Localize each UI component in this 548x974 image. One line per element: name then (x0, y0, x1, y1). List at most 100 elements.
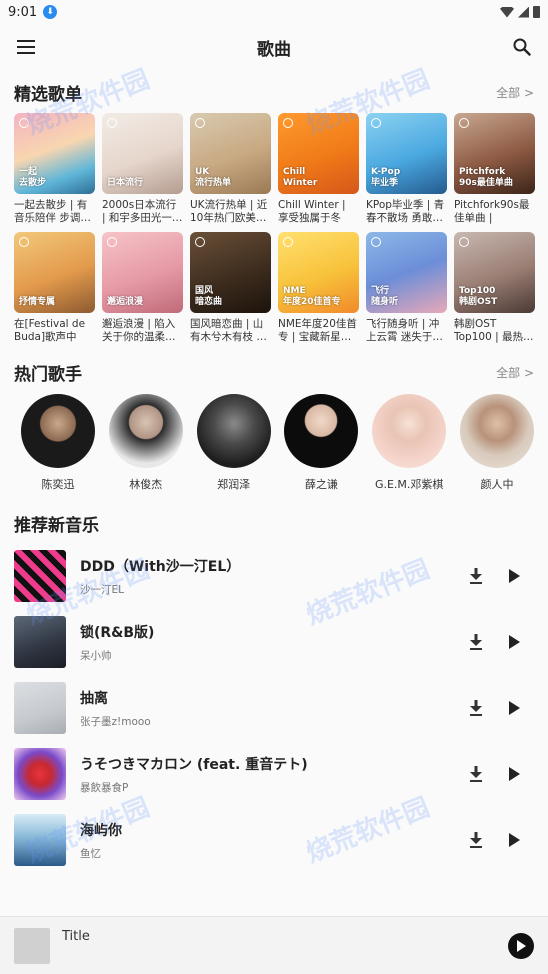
player-play-button[interactable] (508, 932, 534, 959)
song-row[interactable]: 海屿你 鱼忆 (14, 807, 534, 873)
menu-icon[interactable] (14, 35, 38, 59)
featured-title: 精选歌单 (14, 84, 82, 105)
artists-more-link[interactable]: 全部 > (496, 364, 534, 381)
playlist-title: 一起去散步 | 有音乐陪伴 步调… (14, 199, 91, 224)
artists-title: 热门歌手 (14, 364, 82, 385)
playlist-title: NME年度20佳首专 | 宝藏新星… (278, 318, 357, 343)
playlist-title: 国风暗恋曲 | 山有木兮木有枝 … (190, 318, 267, 343)
artist-name: 颜人中 (480, 478, 514, 491)
wifi-icon (500, 6, 514, 18)
play-icon[interactable] (504, 698, 524, 718)
page-title: 歌曲 (257, 39, 291, 60)
playlist-cover-tag: Top100 韩剧OST (459, 286, 498, 307)
artist-item[interactable]: 薛之谦 (284, 394, 359, 492)
song-cover (14, 814, 66, 866)
netease-logo-icon (107, 118, 117, 128)
featured-more-link[interactable]: 全部 > (496, 84, 534, 101)
playlist-title: 2000s日本流行 | 和宇多田光一… (102, 199, 183, 224)
song-row[interactable]: 抽离 张子墨z!mooo (14, 675, 534, 741)
playlist-card[interactable]: NME 年度20佳首专 NME年度20佳首专 | 宝藏新星… (278, 232, 359, 344)
playlist-cover: Top100 韩剧OST (454, 232, 535, 313)
playlist-cover: 国风 暗恋曲 (190, 232, 271, 313)
mini-player[interactable]: Title (0, 916, 548, 974)
playlist-cover-tag: UK 流行热单 (195, 167, 232, 188)
artist-item[interactable]: G.E.M.邓紫棋 (372, 394, 447, 492)
song-artist: 鱼忆 (80, 847, 101, 860)
download-icon[interactable] (466, 764, 486, 784)
artist-name: 郑润泽 (217, 478, 251, 491)
artist-name: 薛之谦 (304, 478, 338, 491)
playlist-cover: 日本流行 (102, 113, 183, 194)
artist-name: 林俊杰 (129, 478, 163, 491)
play-icon[interactable] (504, 830, 524, 850)
playlist-cover: NME 年度20佳首专 (278, 232, 359, 313)
artist-name: G.E.M.邓紫棋 (374, 478, 444, 491)
playlist-cover: 邂逅浪漫 (102, 232, 183, 313)
song-cover (14, 550, 66, 602)
playlist-cover-tag: 邂逅浪漫 (107, 297, 144, 307)
artist-item[interactable]: 林俊杰 (108, 394, 183, 492)
artist-item[interactable]: 陈奕迅 (21, 394, 95, 492)
playlist-cover-tag: 飞行 随身听 (371, 286, 399, 307)
playlist-title: Pitchfork90s最佳单曲 | Maria… (454, 199, 530, 224)
play-icon (517, 939, 526, 952)
playlist-card[interactable]: K-Pop 毕业季 KPop毕业季 | 青春不散场 勇敢… (366, 113, 447, 225)
artist-avatar (284, 394, 359, 468)
netease-logo-icon (283, 118, 293, 128)
download-icon[interactable] (466, 698, 486, 718)
playlist-card[interactable]: 日本流行 2000s日本流行 | 和宇多田光一… (102, 113, 183, 225)
song-row[interactable]: 锁(R&B版) 呆小帅 (14, 609, 534, 675)
app-bar: 歌曲 (0, 24, 548, 70)
netease-logo-icon (459, 118, 469, 128)
netease-logo-icon (371, 237, 381, 247)
netease-logo-icon (371, 118, 381, 128)
netease-logo-icon (19, 237, 29, 247)
playlist-card[interactable]: 抒情专属在[Festival de Buda]歌声中沦… (14, 232, 95, 344)
playlist-title: Chill Winter | 享受独属于冬日… (278, 199, 346, 224)
artist-item[interactable]: 颜人中 (459, 394, 534, 492)
battery-icon (533, 6, 540, 18)
song-title: うそつきマカロン (feat. 重音テト) (80, 756, 308, 773)
artist-item[interactable]: 郑润泽 (196, 394, 271, 492)
download-notification-icon: ⬇ (43, 5, 58, 19)
artist-avatar (459, 394, 534, 468)
song-row[interactable]: DDD（With沙一汀EL） 沙一汀EL (14, 543, 534, 609)
netease-logo-icon (107, 237, 117, 247)
song-artist: 暴飲暴食P (80, 781, 129, 794)
song-artist: 张子墨z!mooo (80, 715, 151, 728)
playlist-card[interactable]: Pitchfork 90s最佳单曲 Pitchfork90s最佳单曲 | Mari… (454, 113, 535, 225)
playlist-card[interactable]: 一起 去散步 一起去散步 | 有音乐陪伴 步调… (14, 113, 95, 225)
playlist-card[interactable]: UK 流行热单 UK流行热单 | 近10年热门欧美… (190, 113, 271, 225)
artist-avatar (108, 394, 183, 468)
playlist-card[interactable]: 飞行 随身听 飞行随身听 | 冲上云霄 迷失于… (366, 232, 447, 344)
playlist-cover: 飞行 随身听 (366, 232, 447, 313)
new-music-title: 推荐新音乐 (14, 515, 99, 536)
playlist-card[interactable]: 国风 暗恋曲国风暗恋曲 | 山有木兮木有枝 … (190, 232, 271, 344)
download-icon[interactable] (466, 566, 486, 586)
playlist-card[interactable]: 邂逅浪漫 邂逅浪漫 | 陷入关于你的温柔… (102, 232, 183, 344)
artists-header: 热门歌手 全部 > (0, 359, 548, 385)
playlist-card[interactable]: Chill Winter Chill Winter | 享受独属于冬日… (278, 113, 359, 225)
featured-header: 精选歌单 全部 > (0, 78, 548, 106)
play-icon[interactable] (504, 632, 524, 652)
play-icon[interactable] (504, 566, 524, 586)
playlist-card[interactable]: Top100 韩剧OST 韩剧OST Top100 | 最热… (454, 232, 535, 344)
playlist-title: 在[Festival de Buda]歌声中沦… (14, 318, 86, 343)
playlist-cover: Pitchfork 90s最佳单曲 (454, 113, 535, 194)
status-bar: 9:01 ⬇ (0, 0, 548, 24)
download-icon[interactable] (466, 830, 486, 850)
playlist-cover: UK 流行热单 (190, 113, 271, 194)
play-icon[interactable] (504, 764, 524, 784)
playlist-cover-tag: K-Pop 毕业季 (371, 167, 401, 188)
status-time: 9:01 (8, 4, 38, 20)
search-icon[interactable] (510, 35, 534, 59)
download-icon[interactable] (466, 632, 486, 652)
new-music-header: 推荐新音乐 (0, 508, 548, 538)
song-row[interactable]: うそつきマカロン (feat. 重音テト) 暴飲暴食P (14, 741, 534, 807)
netease-logo-icon (195, 118, 205, 128)
playlist-cover: Chill Winter (278, 113, 359, 194)
playlist-cover-tag: 国风 暗恋曲 (195, 286, 223, 307)
playlist-cover-tag: Pitchfork 90s最佳单曲 (459, 167, 513, 188)
playlist-title: KPop毕业季 | 青春不散场 勇敢… (366, 199, 445, 224)
song-artist: 呆小帅 (80, 649, 112, 662)
